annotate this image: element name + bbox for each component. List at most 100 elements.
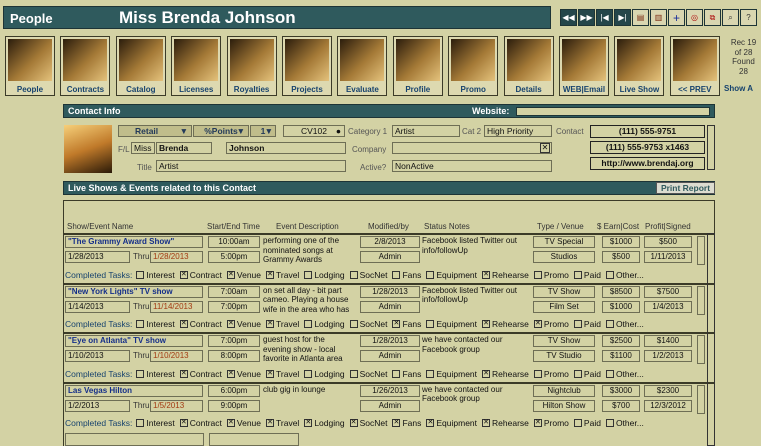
profit-field[interactable]: $2300	[644, 384, 692, 397]
salutation-field[interactable]: Miss	[131, 142, 155, 154]
task-checkbox-interest[interactable]: Interest	[136, 369, 175, 379]
nav-button-contracts[interactable]: Contracts	[60, 36, 111, 96]
task-checkbox-paid[interactable]: Paid	[573, 369, 601, 379]
task-checkbox-travel[interactable]: ✕ Travel	[266, 270, 299, 280]
start-date-field[interactable]: 1/28/2013	[65, 251, 130, 263]
task-checkbox-venue[interactable]: ✕ Venue	[226, 270, 261, 280]
task-checkbox-fans[interactable]: ✕ Fans	[392, 418, 421, 428]
task-checkbox-contract[interactable]: ✕ Contract	[179, 319, 222, 329]
modified-by-field[interactable]: Admin	[360, 399, 420, 412]
event-name-field[interactable]: "New York Lights" TV show	[65, 285, 203, 298]
nav-button-catalog[interactable]: Catalog	[115, 36, 166, 96]
task-checkbox-socnet[interactable]: SocNet	[349, 270, 387, 280]
task-checkbox-interest[interactable]: Interest	[136, 270, 175, 280]
website-field[interactable]	[516, 107, 710, 116]
help-icon[interactable]: ?	[740, 9, 757, 26]
modified-date-field[interactable]: 2/8/2013	[360, 236, 420, 248]
task-checkbox-lodging[interactable]: Lodging	[304, 369, 345, 379]
phone-primary[interactable]: (111) 555-9751	[590, 125, 705, 138]
task-checkbox-other[interactable]: Other...	[605, 270, 644, 280]
type-field[interactable]: TV Show	[533, 285, 595, 298]
task-checkbox-lodging[interactable]: ✕ Lodging	[304, 418, 345, 428]
nav-button-projects[interactable]: Projects	[282, 36, 332, 96]
search-icon[interactable]: ⌕	[722, 9, 739, 26]
task-checkbox-other[interactable]: Other...	[605, 369, 644, 379]
rewind-icon[interactable]: ◀◀	[560, 9, 577, 26]
nav-button-details[interactable]: Details	[503, 36, 554, 96]
company-field[interactable]	[392, 142, 552, 154]
signed-date-field[interactable]: 1/4/2013	[644, 300, 692, 313]
venue-field[interactable]: TV Studio	[533, 350, 595, 362]
type-field[interactable]: TV Special	[533, 236, 595, 248]
status-notes-field[interactable]: Facebook listed Twitter out info/followU…	[422, 286, 520, 315]
task-checkbox-equipment[interactable]: Equipment	[426, 319, 477, 329]
type-select[interactable]: Retail ▼	[118, 125, 192, 137]
task-checkbox-lodging[interactable]: Lodging	[304, 270, 345, 280]
end-time-field[interactable]: 8:00pm	[208, 350, 260, 362]
status-notes-field[interactable]: Facebook listed Twitter out info/followU…	[422, 236, 520, 265]
signed-date-field[interactable]: 1/2/2013	[644, 350, 692, 362]
skip-forward-icon[interactable]: ▶|	[614, 9, 631, 26]
save-icon[interactable]: ▥	[650, 9, 667, 26]
task-checkbox-fans[interactable]: Fans	[392, 270, 421, 280]
nav-button-profile[interactable]: Profile	[392, 36, 443, 96]
task-checkbox-equipment[interactable]: Equipment	[426, 369, 477, 379]
title-field[interactable]: Artist	[156, 160, 346, 172]
description-field[interactable]: club gig in lounge	[263, 385, 351, 414]
task-checkbox-promo[interactable]: ✕ Promo	[533, 418, 569, 428]
modified-by-field[interactable]: Admin	[360, 251, 420, 263]
event-name-field[interactable]: "The Grammy Award Show"	[65, 236, 203, 248]
task-checkbox-travel[interactable]: ✕ Travel	[266, 418, 299, 428]
end-date-field[interactable]: 1/5/2013	[150, 399, 203, 412]
export-icon[interactable]: ⧉	[704, 9, 721, 26]
description-field[interactable]: performing one of the nominated songs at…	[263, 236, 351, 265]
task-checkbox-paid[interactable]: Paid	[573, 270, 601, 280]
task-checkbox-interest[interactable]: Interest	[136, 319, 175, 329]
add-icon[interactable]: +	[668, 9, 685, 26]
contact-code-field[interactable]: CV102 ●	[283, 125, 345, 137]
task-checkbox-equipment[interactable]: Equipment	[426, 270, 477, 280]
fast-forward-icon[interactable]: ▶▶	[578, 9, 595, 26]
task-checkbox-promo[interactable]: ✕ Promo	[533, 319, 569, 329]
venue-field[interactable]: Film Set	[533, 300, 595, 313]
modified-by-field[interactable]: Admin	[360, 300, 420, 313]
start-date-field[interactable]: 1/10/2013	[65, 350, 130, 362]
nav-button-evaluate[interactable]: Evaluate	[337, 36, 388, 96]
start-time-field[interactable]: 7:00pm	[208, 335, 260, 347]
target-icon[interactable]: ◎	[686, 9, 703, 26]
task-checkbox-travel[interactable]: ✕ Travel	[266, 369, 299, 379]
show-all-button[interactable]: Show A	[724, 84, 753, 93]
empty-row-time[interactable]	[209, 433, 299, 446]
task-checkbox-paid[interactable]: Paid	[573, 418, 601, 428]
task-checkbox-other[interactable]: Other...	[605, 418, 644, 428]
modified-by-field[interactable]: Admin	[360, 350, 420, 362]
task-checkbox-travel[interactable]: ✕ Travel	[266, 319, 299, 329]
description-scrollbar[interactable]	[697, 236, 705, 265]
event-name-field[interactable]: Las Vegas Hilton	[65, 384, 203, 397]
description-field[interactable]: on set all day - bit part cameo. Playing…	[263, 286, 351, 315]
profit-field[interactable]: $7500	[644, 285, 692, 298]
earn-field[interactable]: $3000	[602, 384, 640, 397]
end-time-field[interactable]: 7:00pm	[208, 300, 260, 313]
task-checkbox-promo[interactable]: Promo	[533, 369, 569, 379]
task-checkbox-venue[interactable]: ✕ Venue	[226, 418, 261, 428]
website-link[interactable]: http://www.brendaj.org	[590, 157, 705, 170]
task-checkbox-contract[interactable]: ✕ Contract	[179, 270, 222, 280]
end-date-field[interactable]: 11/14/2013	[150, 300, 203, 313]
print-icon[interactable]: ▤	[632, 9, 649, 26]
empty-row-name[interactable]	[65, 433, 204, 446]
nav-button-prev[interactable]: << PREV	[669, 36, 720, 96]
first-name-field[interactable]: Brenda	[156, 142, 212, 154]
task-checkbox-interest[interactable]: Interest	[136, 418, 175, 428]
nav-button-royalties[interactable]: Royalties	[226, 36, 277, 96]
skip-back-icon[interactable]: |◀	[596, 9, 613, 26]
task-checkbox-contract[interactable]: ✕ Contract	[179, 369, 222, 379]
cost-field[interactable]: $1000	[602, 300, 640, 313]
start-time-field[interactable]: 7:00am	[208, 285, 260, 298]
start-date-field[interactable]: 1/2/2013	[65, 399, 130, 412]
task-checkbox-venue[interactable]: ✕ Venue	[226, 319, 261, 329]
task-checkbox-fans[interactable]: Fans	[392, 369, 421, 379]
cost-field[interactable]: $500	[602, 251, 640, 263]
end-date-field[interactable]: 1/28/2013	[150, 251, 203, 263]
event-name-field[interactable]: "Eye on Atlanta" TV show	[65, 335, 203, 347]
